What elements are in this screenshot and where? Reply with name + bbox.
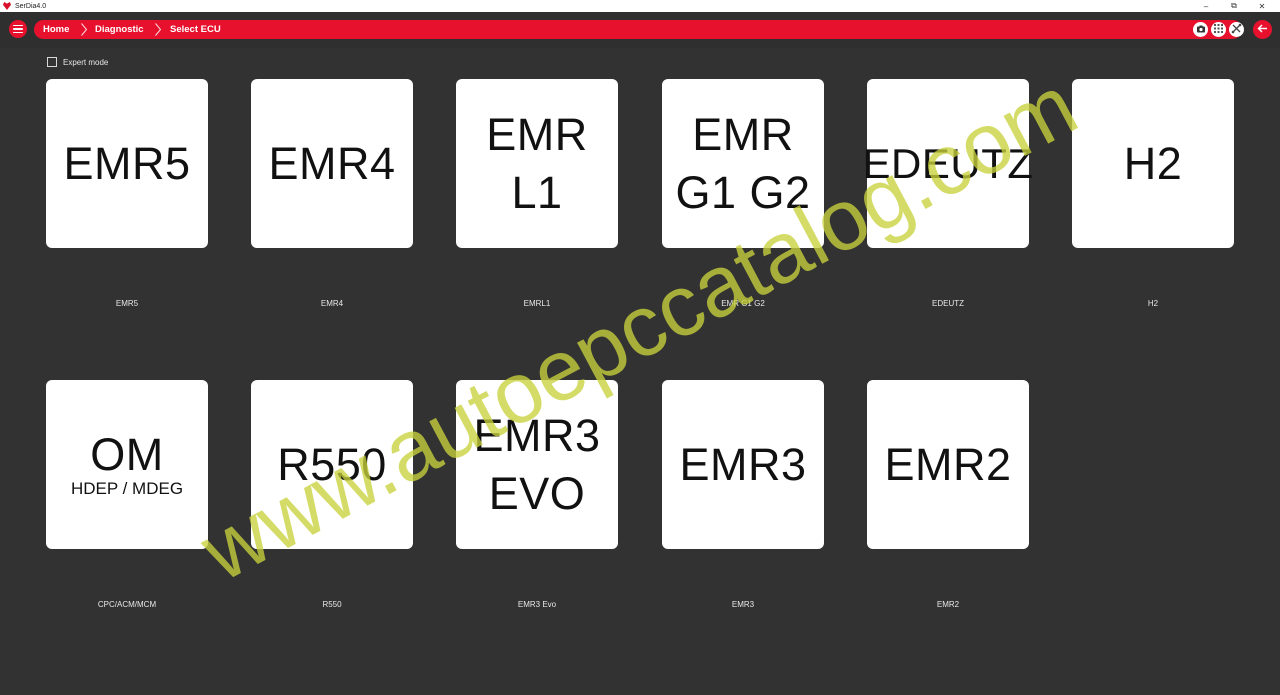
ecu-caption-cpc: CPC/ACM/MCM <box>97 600 157 609</box>
ecu-tile-om[interactable]: OM HDEP / MDEG <box>46 380 208 549</box>
ecu-tile-h2[interactable]: H2 <box>1072 79 1234 248</box>
ecu-tile-emr3[interactable]: EMR3 <box>662 380 824 549</box>
ecu-tile-r550[interactable]: R550 <box>251 380 413 549</box>
ecu-tile-label-line1: EMR3 <box>473 409 601 461</box>
chevron-right-icon <box>154 23 162 36</box>
ecu-tile-label: H2 <box>1123 137 1183 189</box>
ecu-tile-label-line1: EMR <box>486 108 588 160</box>
breadcrumb-diagnostic[interactable]: Diagnostic <box>95 20 144 39</box>
expert-mode-checkbox[interactable] <box>47 57 57 67</box>
ecu-tile-emr-g1-g2[interactable]: EMR G1 G2 <box>662 79 824 248</box>
restore-button[interactable]: ⧉ <box>1220 0 1248 12</box>
back-arrow-icon <box>1257 21 1268 39</box>
menu-button[interactable] <box>9 20 27 38</box>
screenshot-button[interactable] <box>1193 22 1208 37</box>
breadcrumb-home[interactable]: Home <box>43 20 69 39</box>
ecu-tile-label: EMR4 <box>268 137 396 189</box>
ecu-tile-label-line2: EVO <box>488 467 586 519</box>
ecu-tile-emr2[interactable]: EMR2 <box>867 380 1029 549</box>
ecu-tile-label: EMR5 <box>63 137 191 189</box>
ecu-tile-sublabel: HDEP / MDEG <box>70 478 184 498</box>
ecu-tile-label: EMR3 <box>679 438 807 490</box>
connection-button[interactable] <box>1229 22 1244 37</box>
ecu-tile-emr5[interactable]: EMR5 <box>46 79 208 248</box>
ecu-tile-label: OM <box>90 428 164 480</box>
ecu-caption-emr4: EMR4 <box>320 299 344 308</box>
connection-icon <box>1231 21 1242 39</box>
app-logo-icon <box>3 2 11 10</box>
ecu-caption-edeutz: EDEUTZ <box>932 299 964 308</box>
ecu-tile-label-line2: L1 <box>511 166 563 218</box>
camera-icon <box>1196 21 1206 39</box>
breadcrumb: Home Diagnostic Select ECU <box>34 20 1242 39</box>
chevron-right-icon <box>80 23 88 36</box>
ecu-caption-emr3: EMR3 <box>731 600 755 609</box>
ecu-tile-label-line1: EMR <box>692 108 794 160</box>
ecu-caption-emr-g1-g2: EMR G1 G2 <box>721 299 765 308</box>
ecu-caption-emr5: EMR5 <box>115 299 139 308</box>
ecu-tile-label: EDEUTZ <box>862 139 1034 187</box>
ecu-tile-label-line2: G1 G2 <box>675 166 811 218</box>
window-controls: – ⧉ ✕ <box>1192 0 1276 12</box>
ecu-tile-edeutz[interactable]: EDEUTZ <box>863 79 1033 248</box>
ecu-tile-emr4[interactable]: EMR4 <box>251 79 413 248</box>
window-title: SerDia4.0 <box>15 2 47 10</box>
breadcrumb-select-ecu[interactable]: Select ECU <box>170 20 221 39</box>
hamburger-icon <box>13 25 23 34</box>
ecu-caption-r550: R550 <box>322 600 342 609</box>
grid-view-button[interactable] <box>1211 22 1226 37</box>
ecu-caption-emrl1: EMRL1 <box>523 299 551 308</box>
ecu-tile-emr3-evo[interactable]: EMR3 EVO <box>456 380 618 549</box>
close-button[interactable]: ✕ <box>1248 0 1276 12</box>
ecu-caption-emr2: EMR2 <box>936 600 960 609</box>
back-button[interactable] <box>1253 20 1272 39</box>
expert-mode-toggle[interactable]: Expert mode <box>47 57 108 67</box>
ecu-caption-h2: H2 <box>1147 299 1159 308</box>
ecu-tile-emrl1[interactable]: EMR L1 <box>456 79 618 248</box>
expert-mode-label: Expert mode <box>63 57 109 67</box>
minimize-button[interactable]: – <box>1192 0 1220 12</box>
grid-icon <box>1213 21 1224 39</box>
ecu-caption-emr3-evo: EMR3 Evo <box>517 600 557 609</box>
ecu-tile-label: R550 <box>277 438 387 490</box>
ecu-tile-label: EMR2 <box>884 438 1012 490</box>
